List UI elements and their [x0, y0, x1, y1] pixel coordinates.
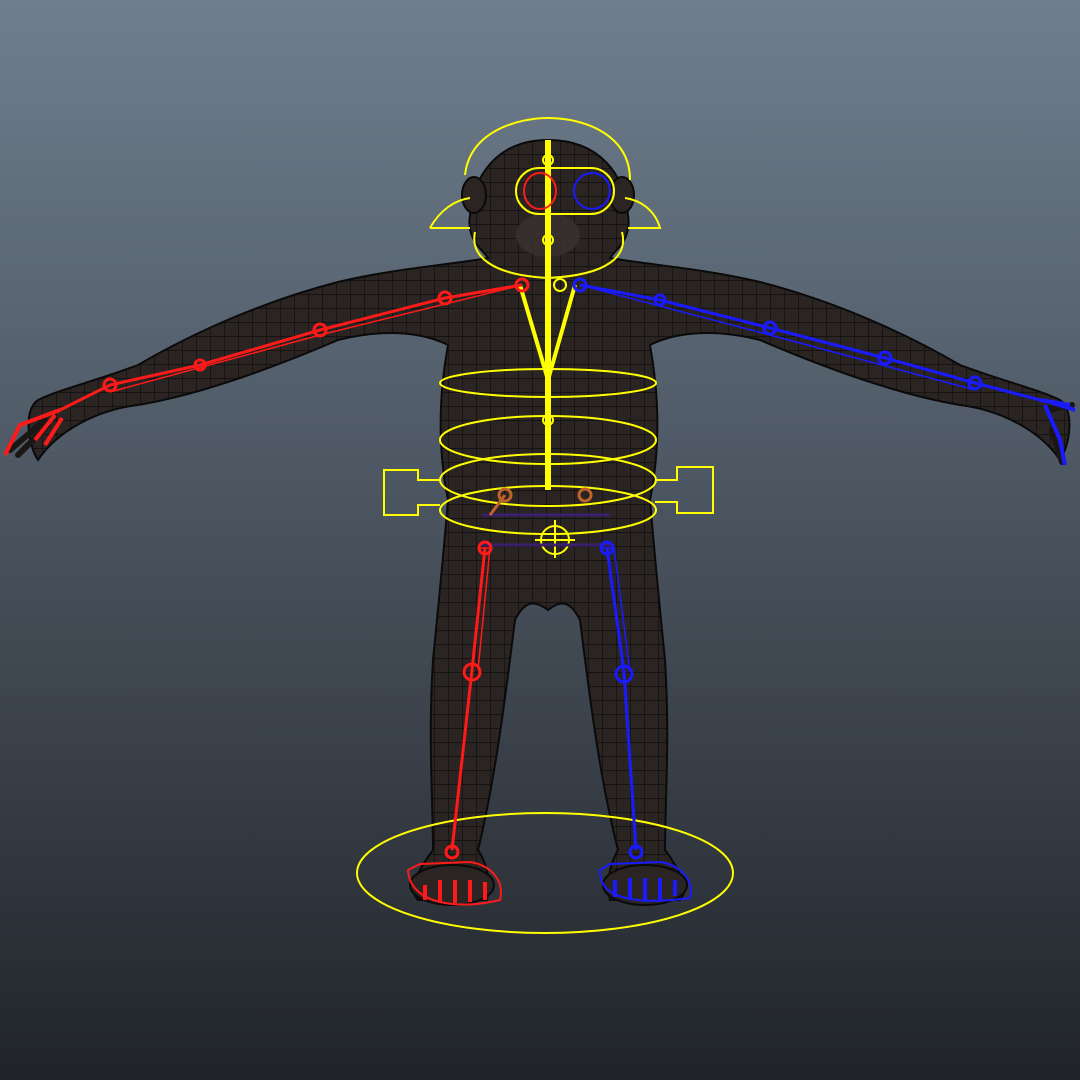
scene-canvas[interactable] — [0, 0, 1080, 1080]
left-foot-mesh — [409, 864, 495, 906]
3d-viewport[interactable] — [0, 0, 1080, 1080]
right-hip-flag[interactable] — [655, 466, 714, 514]
left-ear — [461, 176, 487, 214]
left-hip-flag[interactable] — [383, 469, 440, 516]
